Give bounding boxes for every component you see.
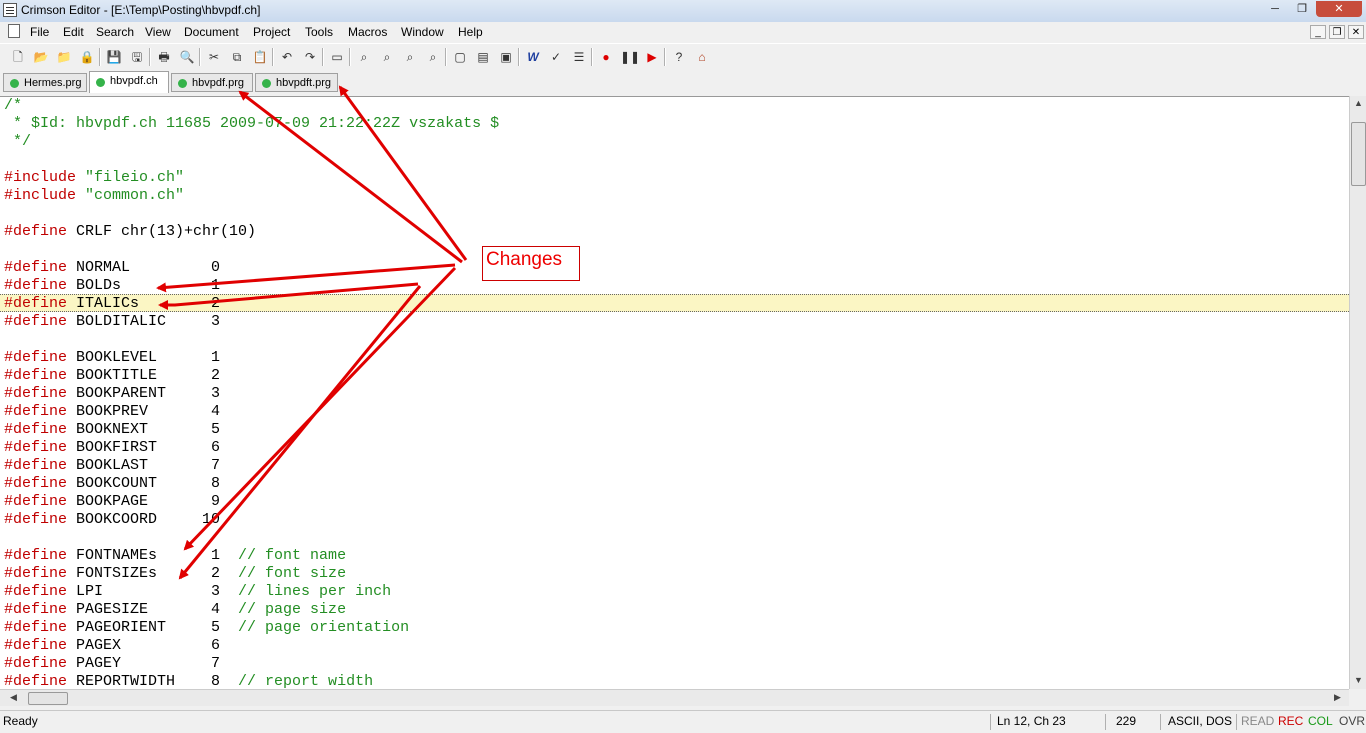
annotation-arrow <box>338 85 468 261</box>
callout-text: Changes <box>486 249 563 270</box>
annotation-arrow <box>178 285 422 580</box>
annotation-arrow <box>238 90 463 264</box>
changes-callout: Changes <box>482 246 580 281</box>
annotation-arrow <box>158 282 419 310</box>
annotation-arrows <box>156 85 468 580</box>
